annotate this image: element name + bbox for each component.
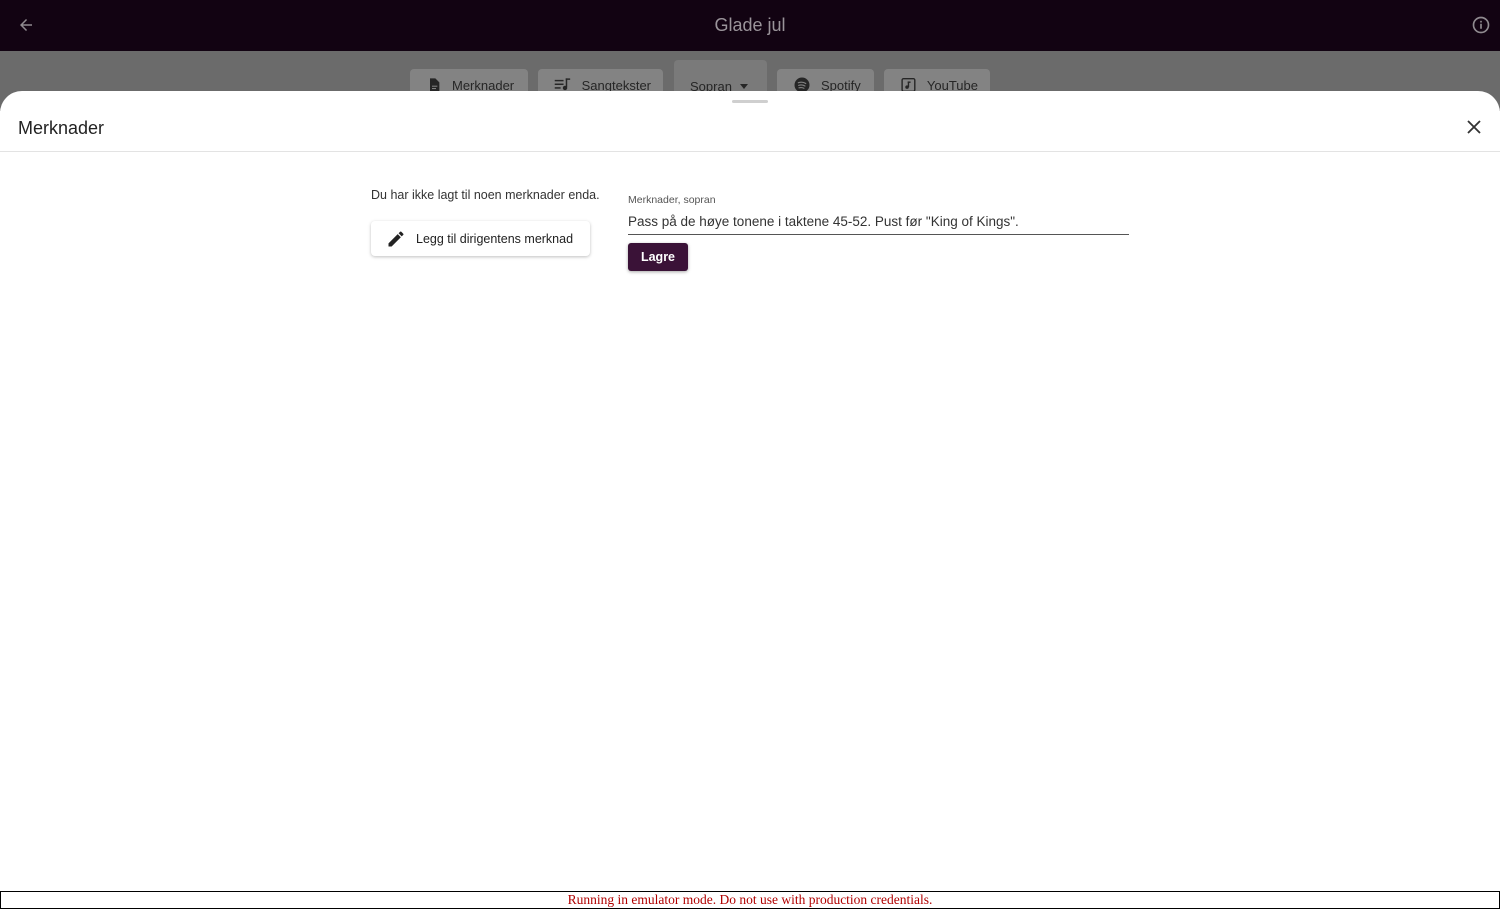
pencil-icon	[388, 230, 404, 246]
info-icon[interactable]	[1470, 14, 1492, 36]
page-title: Glade jul	[714, 15, 786, 35]
note-field-label: Merknader, sopran	[628, 194, 716, 206]
sheet-title: Merknader	[18, 118, 105, 138]
notes-bottom-sheet: Merknader Du har ikke lagt til noen merk…	[0, 91, 1500, 891]
back-arrow-icon[interactable]	[14, 13, 38, 37]
add-button-label: Legg til dirigentens merknad	[416, 231, 574, 246]
add-conductor-note-button[interactable]: Legg til dirigentens merknad	[371, 221, 590, 256]
close-icon	[1467, 120, 1481, 134]
emulator-warning-banner: Running in emulator mode. Do not use wit…	[0, 891, 1500, 909]
sheet-header: Merknader	[0, 91, 1500, 152]
chevron-down-icon	[739, 84, 748, 89]
app-bar: Glade jul	[0, 0, 1500, 51]
drag-handle[interactable]	[732, 100, 768, 103]
empty-notes-message: Du har ikke lagt til noen merknader enda…	[371, 188, 600, 202]
soprano-note-input[interactable]	[628, 208, 1129, 235]
save-button[interactable]: Lagre	[628, 243, 688, 271]
close-button[interactable]	[1464, 117, 1484, 137]
